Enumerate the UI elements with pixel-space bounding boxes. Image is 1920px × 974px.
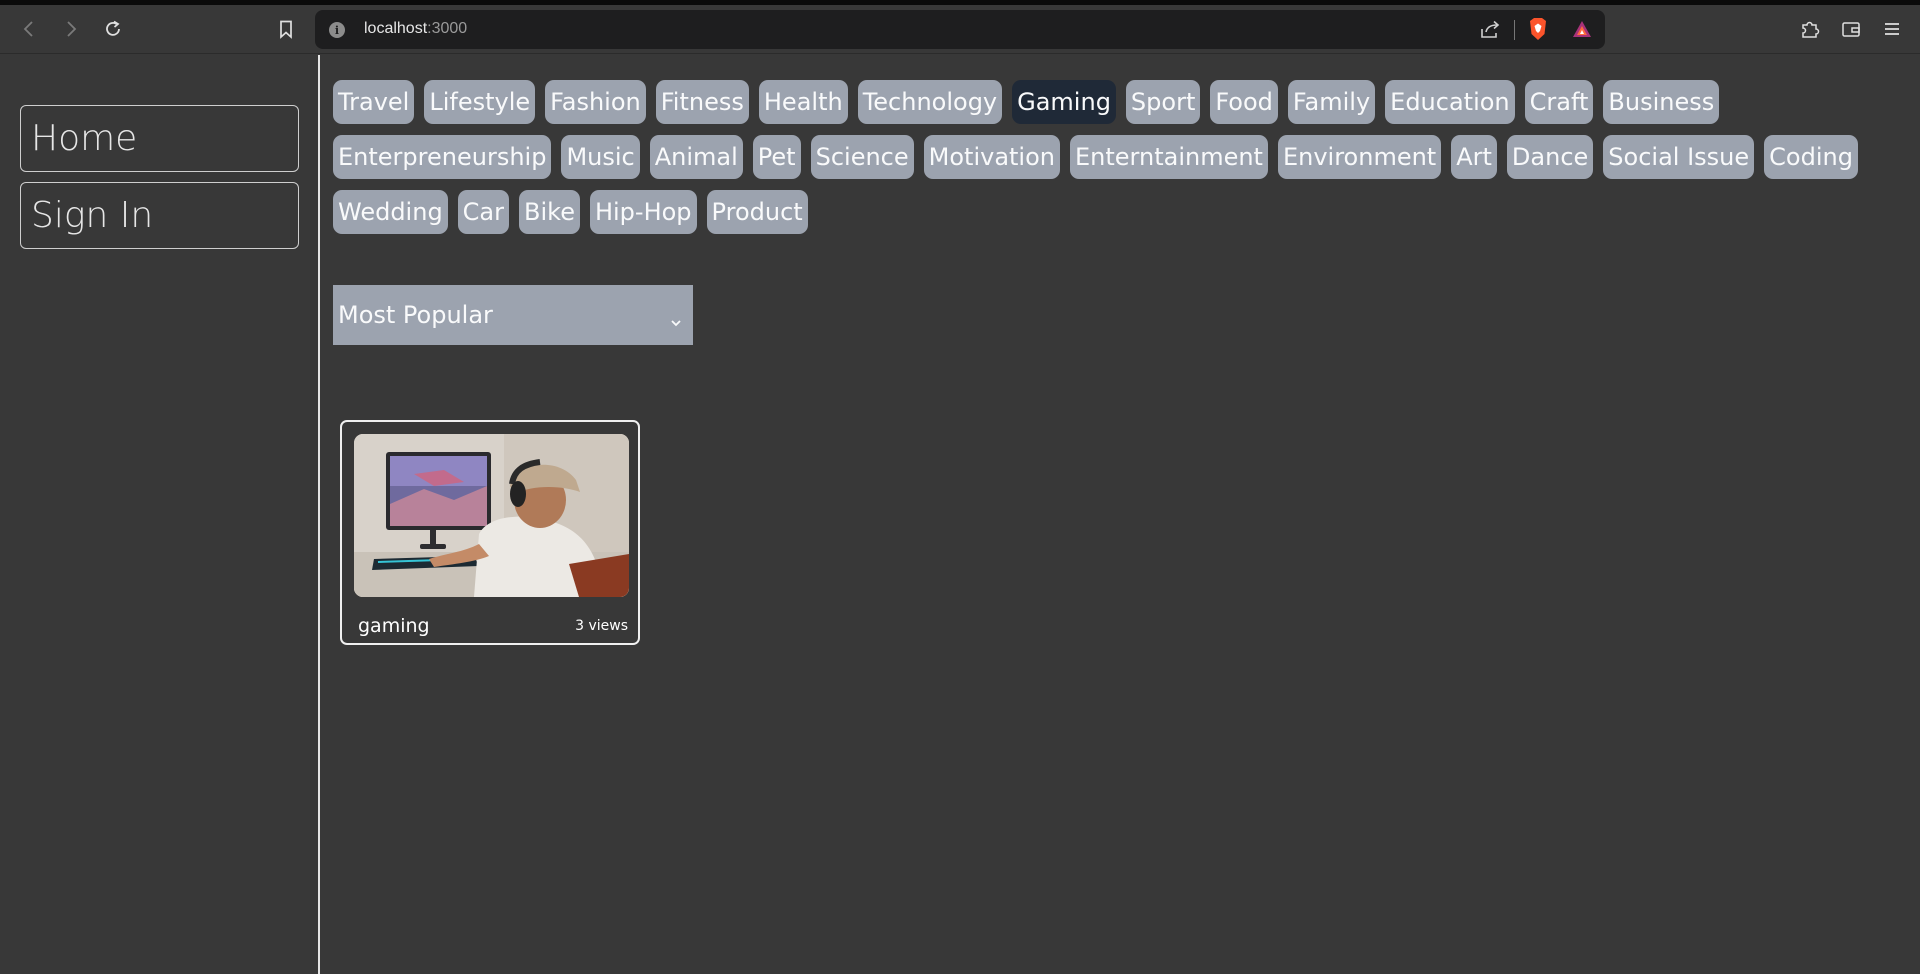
url-port: :3000 <box>427 20 468 37</box>
category-tag-product[interactable]: Product <box>706 190 808 234</box>
url-text[interactable]: localhost:3000 <box>364 20 467 38</box>
address-bar-divider <box>1514 20 1515 40</box>
post-title: gaming <box>358 615 430 637</box>
category-tag-fashion[interactable]: Fashion <box>545 80 646 124</box>
category-tag-music[interactable]: Music <box>561 135 640 179</box>
category-tag-motivation[interactable]: Motivation <box>923 135 1060 179</box>
share-icon[interactable] <box>1478 17 1502 41</box>
reload-icon[interactable] <box>101 17 125 41</box>
category-tag-car[interactable]: Car <box>457 190 510 234</box>
category-tag-education[interactable]: Education <box>1385 80 1515 124</box>
category-tag-fitness[interactable]: Fitness <box>655 80 749 124</box>
category-tag-art[interactable]: Art <box>1451 135 1497 179</box>
sidebar: Home Sign In <box>0 55 320 974</box>
sort-select[interactable]: Most Popular <box>333 285 693 345</box>
forward-icon[interactable] <box>59 17 83 41</box>
category-tag-family[interactable]: Family <box>1287 80 1376 124</box>
post-card[interactable]: gaming 3 views <box>340 420 640 645</box>
category-tag-science[interactable]: Science <box>810 135 914 179</box>
menu-icon[interactable] <box>1880 17 1904 41</box>
wallet-icon[interactable] <box>1839 17 1863 41</box>
category-tag-list: Travel Lifestyle Fashion Fitness Health Techn… <box>333 80 1893 234</box>
info-icon[interactable]: i <box>329 22 345 38</box>
category-tag-coding[interactable]: Coding <box>1764 135 1858 179</box>
category-tag-animal[interactable]: Animal <box>649 135 743 179</box>
category-tag-health[interactable]: Health <box>758 80 848 124</box>
category-tag-sport[interactable]: Sport <box>1125 80 1201 124</box>
address-bar[interactable]: i localhost:3000 <box>315 10 1605 49</box>
category-tag-enterpreneurship[interactable]: Enterpreneurship <box>333 135 552 179</box>
brave-rewards-icon[interactable] <box>1570 17 1594 41</box>
category-tag-social-issue[interactable]: Social Issue <box>1603 135 1755 179</box>
back-icon[interactable] <box>17 17 41 41</box>
category-tag-craft[interactable]: Craft <box>1524 80 1594 124</box>
nav-home-button[interactable]: Home <box>20 105 299 172</box>
category-tag-pet[interactable]: Pet <box>752 135 801 179</box>
chevron-down-icon <box>669 308 683 327</box>
category-tag-environment[interactable]: Environment <box>1277 135 1442 179</box>
url-host: localhost <box>364 20 428 37</box>
nav-sign-in-button[interactable]: Sign In <box>20 182 299 249</box>
post-views: 3 views <box>575 618 628 634</box>
category-tag-technology[interactable]: Technology <box>857 80 1003 124</box>
post-thumbnail <box>354 434 629 597</box>
category-tag-business[interactable]: Business <box>1603 80 1720 124</box>
browser-toolbar: i localhost:3000 <box>0 5 1920 54</box>
category-tag-hip-hop[interactable]: Hip-Hop <box>589 190 697 234</box>
brave-shields-icon[interactable] <box>1526 17 1550 41</box>
category-tag-enterntainment[interactable]: Enterntainment <box>1070 135 1268 179</box>
category-tag-wedding[interactable]: Wedding <box>333 190 448 234</box>
category-tag-lifestyle[interactable]: Lifestyle <box>424 80 536 124</box>
category-tag-bike[interactable]: Bike <box>519 190 580 234</box>
bookmark-icon[interactable] <box>274 17 298 41</box>
category-tag-gaming[interactable]: Gaming <box>1012 80 1116 124</box>
category-tag-travel[interactable]: Travel <box>333 80 415 124</box>
extensions-icon[interactable] <box>1798 17 1822 41</box>
category-tag-food[interactable]: Food <box>1210 80 1278 124</box>
category-tag-dance[interactable]: Dance <box>1506 135 1594 179</box>
sort-selected-value: Most Popular <box>338 301 493 329</box>
